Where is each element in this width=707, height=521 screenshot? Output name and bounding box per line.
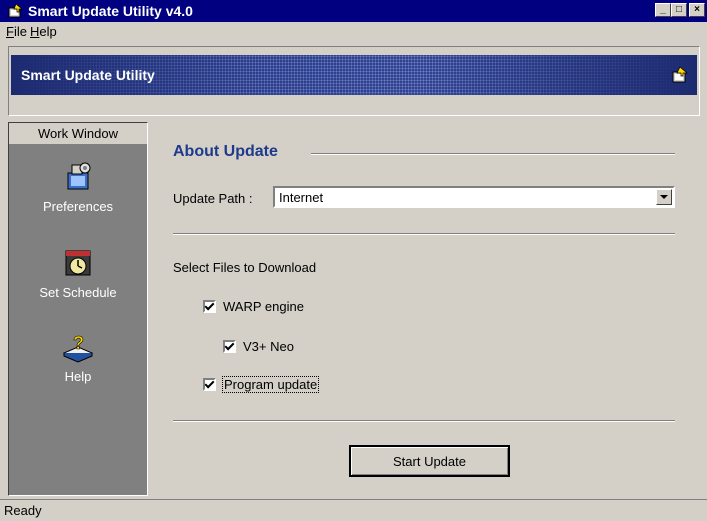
- sidebar-item-preferences[interactable]: Preferences: [9, 159, 147, 214]
- maximize-button[interactable]: □: [671, 3, 687, 17]
- window-title: Smart Update Utility v4.0: [28, 3, 193, 19]
- banner-title: Smart Update Utility: [21, 67, 155, 83]
- close-button[interactable]: ×: [689, 3, 705, 17]
- checkbox-v3-neo[interactable]: V3+ Neo: [223, 338, 294, 354]
- update-path-value: Internet: [279, 190, 324, 205]
- schedule-clock-icon: [65, 250, 91, 276]
- checkbox-checked-icon[interactable]: [203, 378, 216, 392]
- banner-panel: Smart Update Utility: [8, 46, 700, 116]
- status-bar: Ready: [0, 499, 707, 521]
- checkbox-label: V3+ Neo: [243, 339, 294, 355]
- menu-file[interactable]: File: [6, 24, 27, 39]
- title-bar[interactable]: Smart Update Utility v4.0 _ □ ×: [0, 0, 707, 22]
- work-window-sidebar: Work Window Preferences Set Schedule ? H…: [8, 122, 148, 496]
- update-path-label: Update Path :: [173, 191, 253, 206]
- svg-text:?: ?: [73, 333, 84, 353]
- sidebar-item-set-schedule[interactable]: Set Schedule: [9, 245, 147, 300]
- checkbox-checked-icon[interactable]: [203, 300, 216, 314]
- checkbox-label: Program update: [221, 376, 320, 394]
- preferences-icon: [67, 162, 91, 190]
- chevron-down-icon[interactable]: [656, 189, 672, 205]
- sidebar-item-label: Set Schedule: [39, 285, 117, 300]
- checkbox-label: WARP engine: [223, 299, 304, 315]
- start-update-button[interactable]: Start Update: [349, 445, 510, 477]
- app-icon: [8, 3, 23, 18]
- main-panel: About Update Update Path : Internet Sele…: [156, 122, 700, 496]
- update-path-select[interactable]: Internet: [273, 186, 675, 208]
- sidebar-item-label: Help: [64, 369, 92, 384]
- divider: [173, 233, 675, 235]
- sidebar-item-label: Preferences: [42, 199, 114, 214]
- section-title: About Update: [173, 143, 278, 160]
- title-divider: [311, 153, 675, 155]
- menu-bar: File Help: [0, 22, 707, 41]
- sidebar-header: Work Window: [9, 123, 147, 145]
- banner-strip: Smart Update Utility: [11, 55, 697, 95]
- menu-help[interactable]: Help: [30, 24, 57, 39]
- files-label: Select Files to Download: [173, 260, 317, 275]
- app-window: Smart Update Utility v4.0 _ □ × File Hel…: [0, 0, 707, 521]
- minimize-button[interactable]: _: [655, 3, 671, 17]
- checkbox-program-update[interactable]: Program update: [203, 376, 320, 394]
- help-book-icon: ?: [62, 333, 94, 363]
- divider: [173, 420, 675, 422]
- checkbox-checked-icon[interactable]: [223, 340, 236, 354]
- app-logo-icon: [672, 66, 688, 83]
- checkbox-warp-engine[interactable]: WARP engine: [203, 298, 304, 314]
- status-text: Ready: [4, 503, 42, 518]
- sidebar-item-help[interactable]: ? Help: [9, 329, 147, 384]
